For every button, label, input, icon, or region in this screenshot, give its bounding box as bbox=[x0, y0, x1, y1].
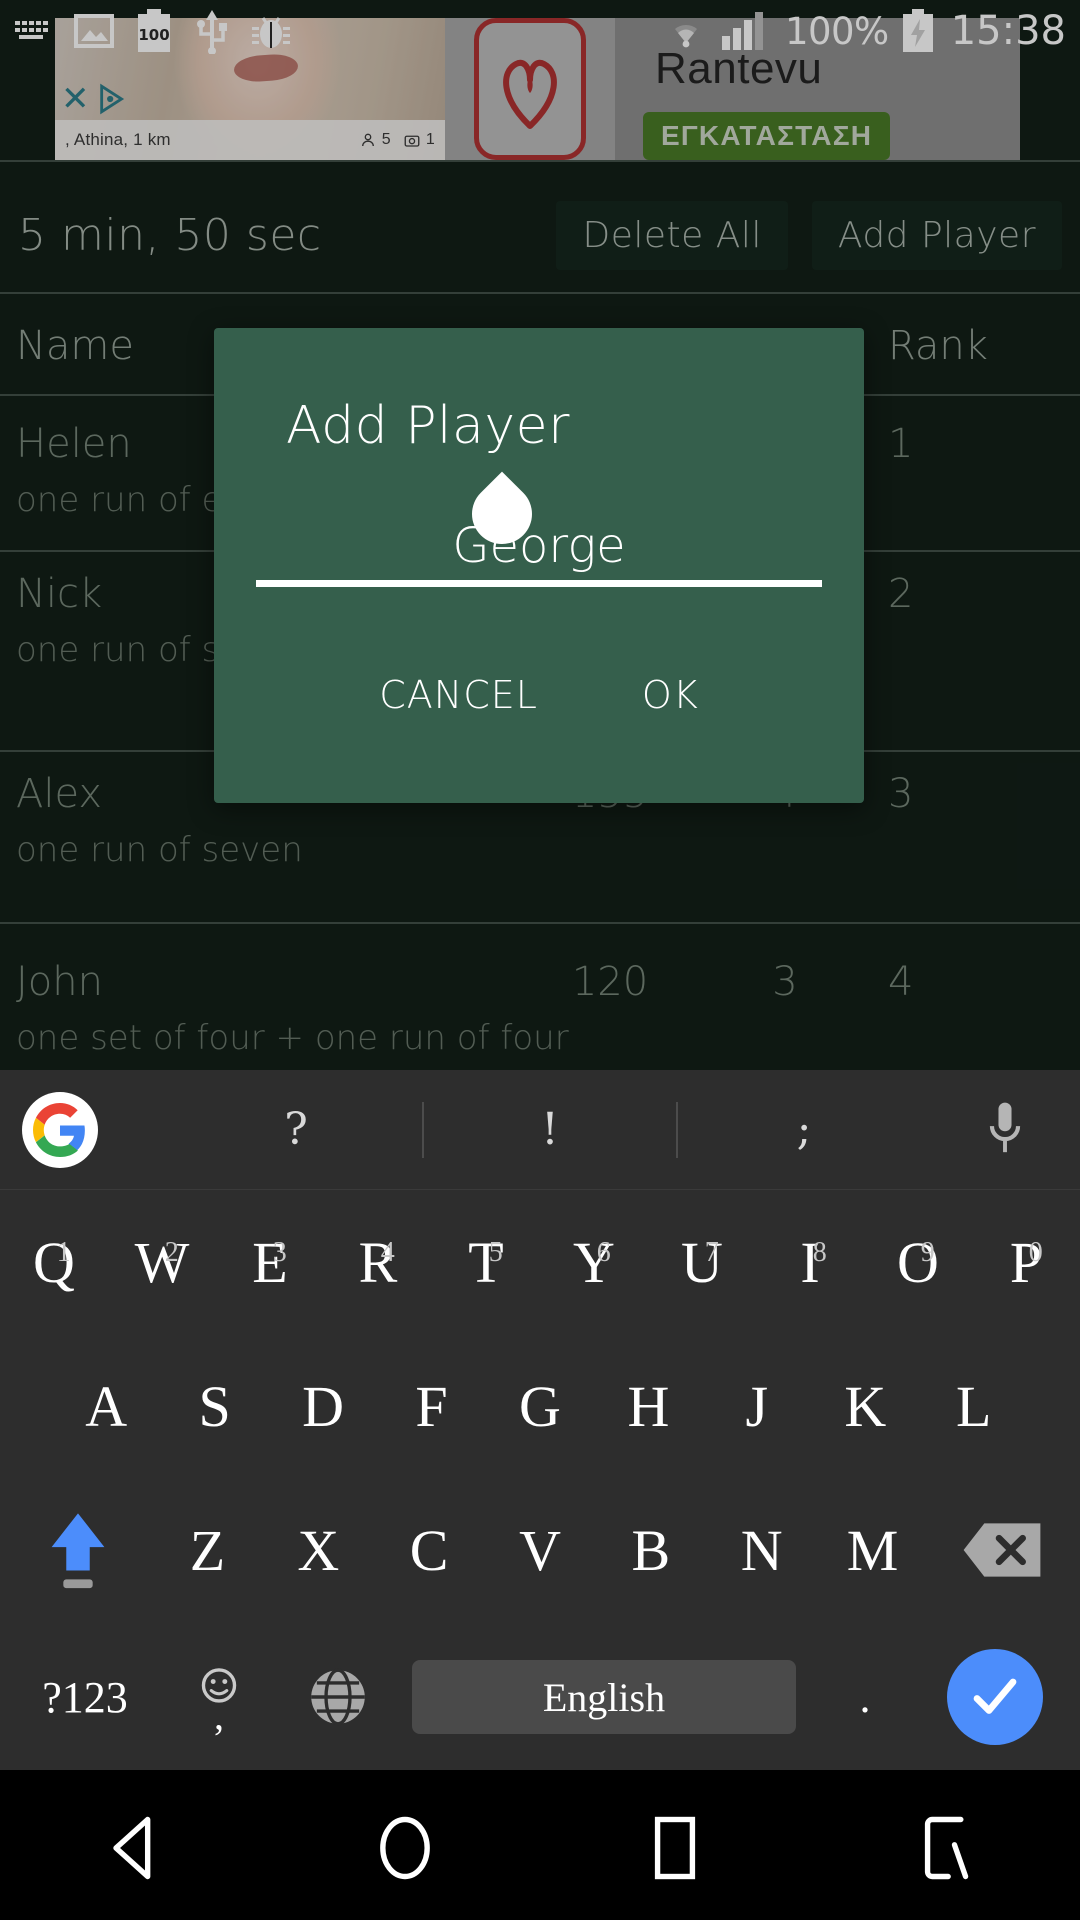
cancel-button[interactable]: CANCEL bbox=[379, 673, 538, 717]
key-g[interactable]: G bbox=[486, 1373, 594, 1440]
key-j[interactable]: J bbox=[703, 1373, 811, 1440]
globe-icon bbox=[311, 1668, 365, 1726]
emoji-comma-key[interactable]: , bbox=[160, 1666, 278, 1738]
key-o-number: 9 bbox=[920, 1236, 935, 1268]
back-icon[interactable] bbox=[70, 1798, 200, 1898]
spacebar[interactable]: English bbox=[412, 1660, 796, 1734]
phone-screen: ✕ , Athina, 1 km 5 1 Rantevu ΕΓΚΑΤΑΣΤΑΣΗ… bbox=[0, 0, 1080, 1920]
key-d[interactable]: D bbox=[269, 1373, 377, 1440]
period-key[interactable]: . bbox=[810, 1672, 920, 1723]
enter-circle bbox=[947, 1649, 1043, 1745]
key-t-number: 5 bbox=[488, 1236, 503, 1268]
key-v-label: V bbox=[519, 1517, 561, 1583]
key-u-number: 7 bbox=[704, 1236, 719, 1268]
key-b[interactable]: B bbox=[595, 1517, 706, 1584]
on-screen-keyboard: ? ! ; 1Q 2W 3E 4R 5T 6Y 7U 8I 9O 0P A S … bbox=[0, 1070, 1080, 1770]
key-i-number: 8 bbox=[812, 1236, 827, 1268]
key-u[interactable]: 7U bbox=[648, 1229, 756, 1296]
backspace-key[interactable] bbox=[928, 1519, 1076, 1581]
key-i[interactable]: 8I bbox=[756, 1229, 864, 1296]
input-underline bbox=[256, 580, 822, 587]
key-f[interactable]: F bbox=[377, 1373, 485, 1440]
key-w[interactable]: 2W bbox=[108, 1229, 216, 1296]
key-f-label: F bbox=[415, 1373, 448, 1439]
key-p-number: 0 bbox=[1028, 1236, 1043, 1268]
key-x[interactable]: X bbox=[263, 1517, 374, 1584]
key-t[interactable]: 5T bbox=[432, 1229, 540, 1296]
dialog-actions: CANCEL OK bbox=[214, 673, 864, 717]
key-x-label: X bbox=[297, 1517, 340, 1583]
key-d-label: D bbox=[302, 1373, 345, 1439]
one-handed-icon[interactable] bbox=[880, 1798, 1010, 1898]
keyboard-row-1: 1Q 2W 3E 4R 5T 6Y 7U 8I 9O 0P bbox=[0, 1190, 1080, 1334]
key-w-label: W bbox=[134, 1229, 190, 1295]
key-b-label: B bbox=[631, 1517, 671, 1583]
key-j-label: J bbox=[745, 1373, 769, 1439]
key-e-number: 3 bbox=[272, 1236, 287, 1268]
key-z-label: Z bbox=[189, 1517, 226, 1583]
key-q[interactable]: 1Q bbox=[0, 1229, 108, 1296]
google-logo-icon[interactable] bbox=[22, 1092, 98, 1168]
key-z[interactable]: Z bbox=[152, 1517, 263, 1584]
key-l[interactable]: L bbox=[920, 1373, 1028, 1440]
key-e[interactable]: 3E bbox=[216, 1229, 324, 1296]
system-navigation-bar bbox=[0, 1775, 1080, 1920]
home-icon[interactable] bbox=[340, 1798, 470, 1898]
key-a-label: A bbox=[85, 1373, 128, 1439]
key-s[interactable]: S bbox=[160, 1373, 268, 1440]
key-m-label: M bbox=[846, 1517, 899, 1583]
ok-button[interactable]: OK bbox=[642, 673, 699, 717]
key-a[interactable]: A bbox=[52, 1373, 160, 1440]
dialog-title: Add Player bbox=[286, 396, 571, 456]
keyboard-row-3: Z X C V B N M bbox=[0, 1478, 1080, 1622]
key-p[interactable]: 0P bbox=[972, 1229, 1080, 1296]
key-r-number: 4 bbox=[380, 1236, 395, 1268]
key-v[interactable]: V bbox=[485, 1517, 596, 1584]
keyboard-row-4: ?123 , English . bbox=[0, 1622, 1080, 1772]
key-y-number: 6 bbox=[596, 1236, 611, 1268]
key-y[interactable]: 6Y bbox=[540, 1229, 648, 1296]
suggestion-2[interactable]: ! bbox=[424, 1104, 676, 1155]
player-name-input[interactable]: George bbox=[214, 518, 864, 574]
key-q-number: 1 bbox=[56, 1236, 71, 1268]
comma-label: , bbox=[214, 1693, 224, 1738]
add-player-dialog: Add Player George CANCEL OK bbox=[214, 328, 864, 803]
microphone-icon[interactable] bbox=[930, 1100, 1080, 1160]
key-n[interactable]: N bbox=[706, 1517, 817, 1584]
key-s-label: S bbox=[198, 1373, 231, 1439]
key-o[interactable]: 9O bbox=[864, 1229, 972, 1296]
key-c[interactable]: C bbox=[374, 1517, 485, 1584]
key-l-label: L bbox=[956, 1373, 992, 1439]
key-n-label: N bbox=[740, 1517, 783, 1583]
key-k-label: K bbox=[844, 1373, 887, 1439]
key-g-label: G bbox=[519, 1373, 561, 1439]
key-r[interactable]: 4R bbox=[324, 1229, 432, 1296]
key-k[interactable]: K bbox=[811, 1373, 919, 1440]
keyboard-row-2: A S D F G H J K L bbox=[0, 1334, 1080, 1478]
suggestion-strip: ? ! ; bbox=[0, 1070, 1080, 1190]
language-globe-key[interactable] bbox=[278, 1666, 398, 1728]
check-icon bbox=[973, 1678, 1017, 1714]
key-w-number: 2 bbox=[164, 1236, 179, 1268]
enter-key[interactable] bbox=[920, 1649, 1070, 1745]
key-m[interactable]: M bbox=[817, 1517, 928, 1584]
key-h-label: H bbox=[627, 1373, 670, 1439]
suggestion-3[interactable]: ; bbox=[678, 1104, 930, 1155]
key-h[interactable]: H bbox=[594, 1373, 702, 1440]
recents-icon[interactable] bbox=[610, 1798, 740, 1898]
shift-key[interactable] bbox=[4, 1506, 152, 1594]
key-c-label: C bbox=[409, 1517, 449, 1583]
suggestion-1[interactable]: ? bbox=[170, 1104, 422, 1155]
symbols-key[interactable]: ?123 bbox=[10, 1672, 160, 1723]
